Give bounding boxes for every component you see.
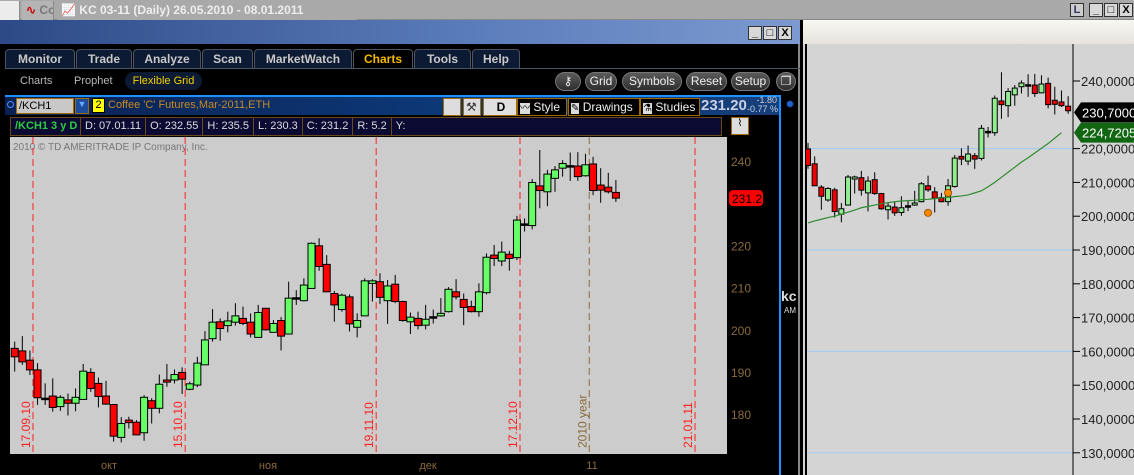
candle-body (865, 180, 872, 194)
price-tick-label: 220,0000 (1081, 142, 1134, 157)
price-tick-label: 160,0000 (1081, 344, 1134, 359)
candle-body (905, 205, 912, 208)
candle-body (805, 148, 811, 167)
candle-body (925, 185, 932, 191)
candle-body (825, 187, 832, 201)
candle-body (991, 97, 998, 134)
price-tick-label: 170,0000 (1081, 311, 1134, 326)
price-tick-label: 130,0000 (1081, 446, 1134, 461)
candle-body (911, 202, 918, 206)
candle-body (818, 186, 825, 197)
candle-body (978, 127, 985, 159)
candle-body (1031, 84, 1038, 95)
candle-body (971, 155, 978, 160)
candle-body (831, 189, 838, 212)
price-tick-label: 210,0000 (1081, 175, 1134, 190)
price-tick-label: 240,0000 (1081, 74, 1134, 89)
candle-body (1058, 101, 1065, 107)
candle-body (1038, 83, 1045, 94)
secondary-price-chart[interactable]: 240,0000 220,0000 210,0000 200,0000 190,0000… (0, 0, 1134, 475)
candle-body (998, 100, 1005, 106)
ma-value-label: 224,7205 (1082, 126, 1134, 141)
candle-body (958, 155, 965, 160)
candle-body (965, 153, 972, 162)
last-price-label: 230,7000 (1082, 105, 1134, 120)
price-tick-label: 200,0000 (1081, 209, 1134, 224)
candle-body (985, 130, 992, 134)
candle-body (878, 193, 885, 210)
candle-body (891, 206, 898, 214)
candle-body (1065, 105, 1072, 112)
candle-body (1018, 82, 1025, 88)
candle-body (1005, 90, 1012, 107)
candle-body (851, 176, 858, 180)
signal-dot (924, 208, 933, 217)
candle-body (1025, 84, 1032, 87)
candle-body (1051, 99, 1058, 105)
candle-body (885, 205, 892, 211)
candle-body (1045, 82, 1052, 106)
price-tick-label: 190,0000 (1081, 243, 1134, 258)
candle-body (811, 163, 818, 187)
candle-body (951, 157, 958, 187)
price-tick-label: 140,0000 (1081, 412, 1134, 427)
candle-body (1011, 87, 1018, 96)
signal-dot (944, 188, 953, 197)
candle-body (871, 179, 878, 195)
candle-body (931, 191, 938, 199)
price-tick-label: 150,0000 (1081, 378, 1134, 393)
candle-body (858, 177, 865, 191)
price-tick-label: 180,0000 (1081, 277, 1134, 292)
candle-body (845, 176, 852, 206)
candle-body (898, 207, 905, 213)
